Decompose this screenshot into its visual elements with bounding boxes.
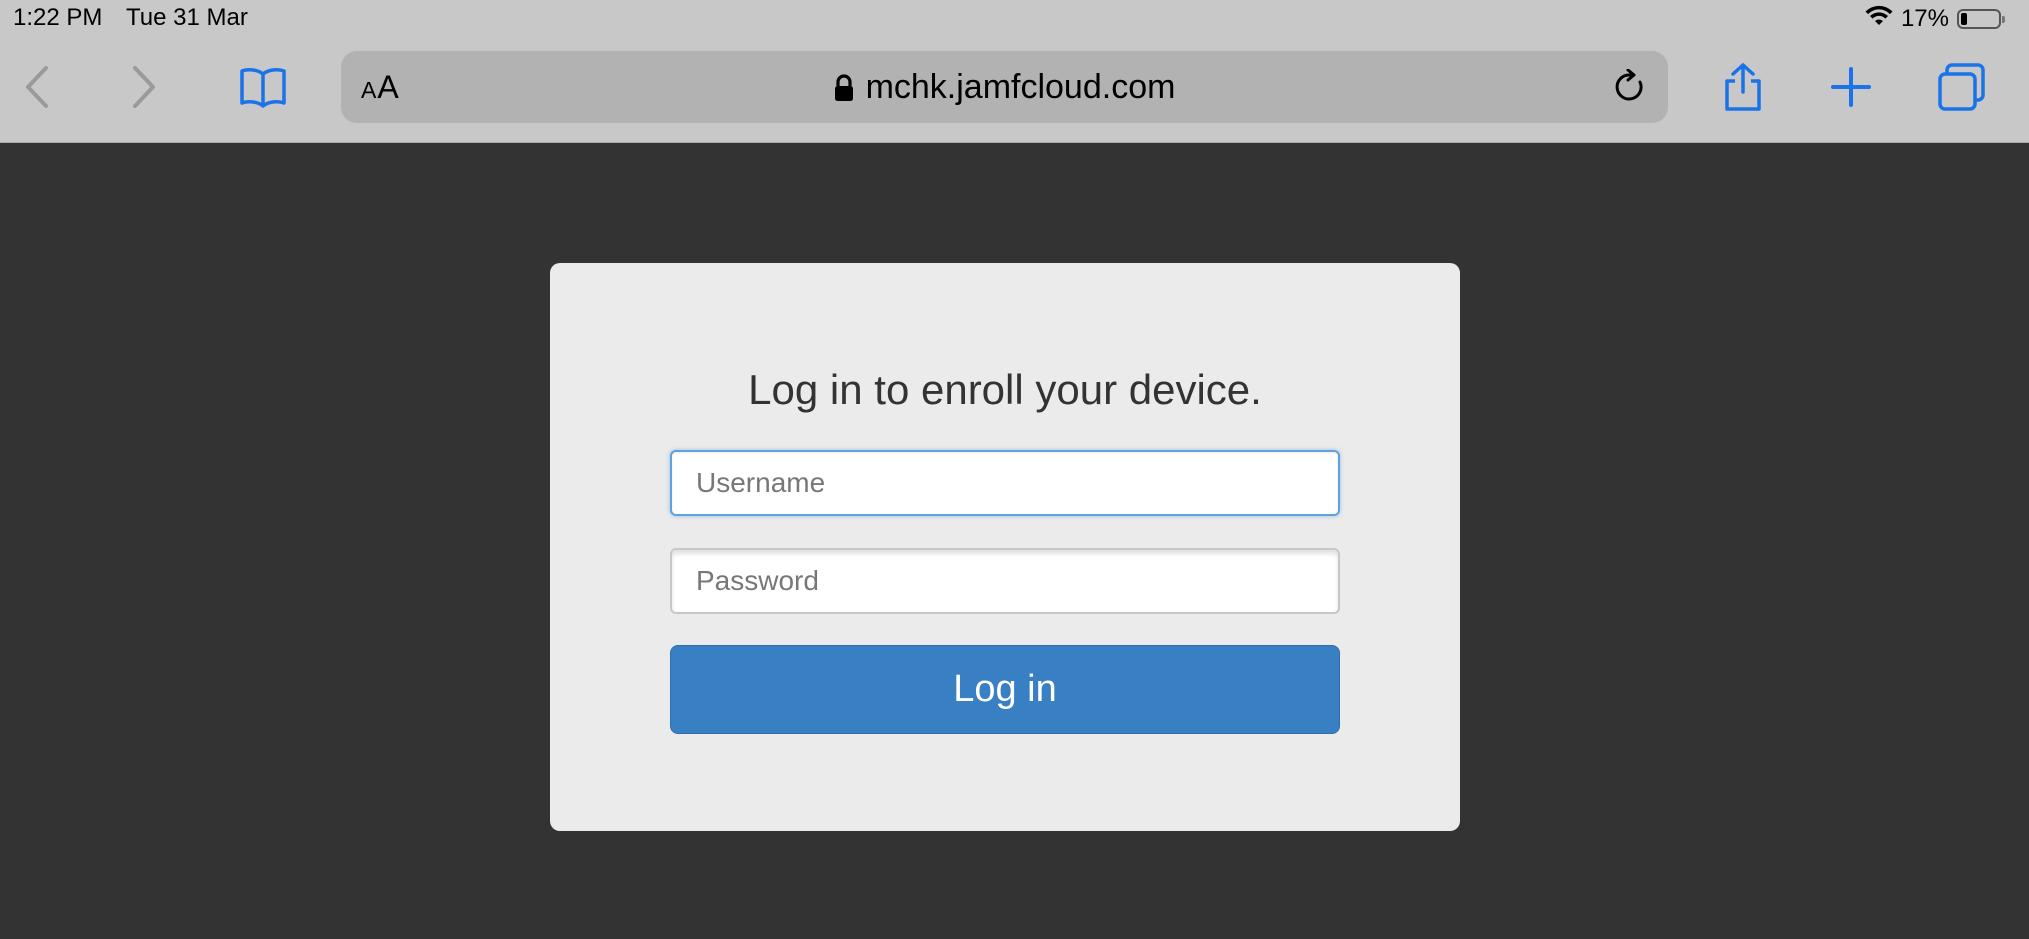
tabs-icon (1938, 63, 1985, 111)
forward-button[interactable] (109, 52, 179, 122)
url-text: mchk.jamfcloud.com (865, 68, 1176, 106)
lock-icon (834, 72, 854, 111)
share-button[interactable] (1708, 52, 1778, 122)
wifi-icon (1865, 5, 1893, 34)
plus-icon (1831, 67, 1871, 107)
battery-level (1961, 13, 1967, 25)
battery-percent: 17% (1900, 5, 1949, 32)
status-time: 1:22 PM (13, 4, 103, 31)
login-title: Log in to enroll your device. (748, 366, 1262, 413)
chevron-right-icon (133, 66, 155, 108)
login-card: Log in to enroll your device. Log in (550, 263, 1460, 831)
share-icon (1725, 63, 1761, 111)
battery-icon (1957, 9, 2005, 29)
bookmarks-button[interactable] (228, 52, 298, 122)
status-date: Tue 31 Mar (126, 4, 248, 31)
password-input[interactable] (670, 548, 1340, 614)
address-bar[interactable]: AA mchk.jamfcloud.com (341, 51, 1668, 123)
status-indicators: 17% (1865, 4, 2005, 34)
book-icon (240, 68, 286, 108)
tabs-button[interactable] (1927, 52, 1997, 122)
chevron-left-icon (26, 66, 48, 108)
url-field[interactable]: mchk.jamfcloud.com (341, 68, 1668, 111)
username-input[interactable] (670, 450, 1340, 516)
new-tab-button[interactable] (1816, 52, 1886, 122)
back-button[interactable] (2, 52, 72, 122)
browser-chrome: 1:22 PM Tue 31 Mar 17% AA mchk.jamfcloud… (0, 0, 2029, 143)
reload-icon (1615, 69, 1643, 101)
reload-button[interactable] (1610, 67, 1650, 107)
login-button[interactable]: Log in (670, 645, 1340, 734)
